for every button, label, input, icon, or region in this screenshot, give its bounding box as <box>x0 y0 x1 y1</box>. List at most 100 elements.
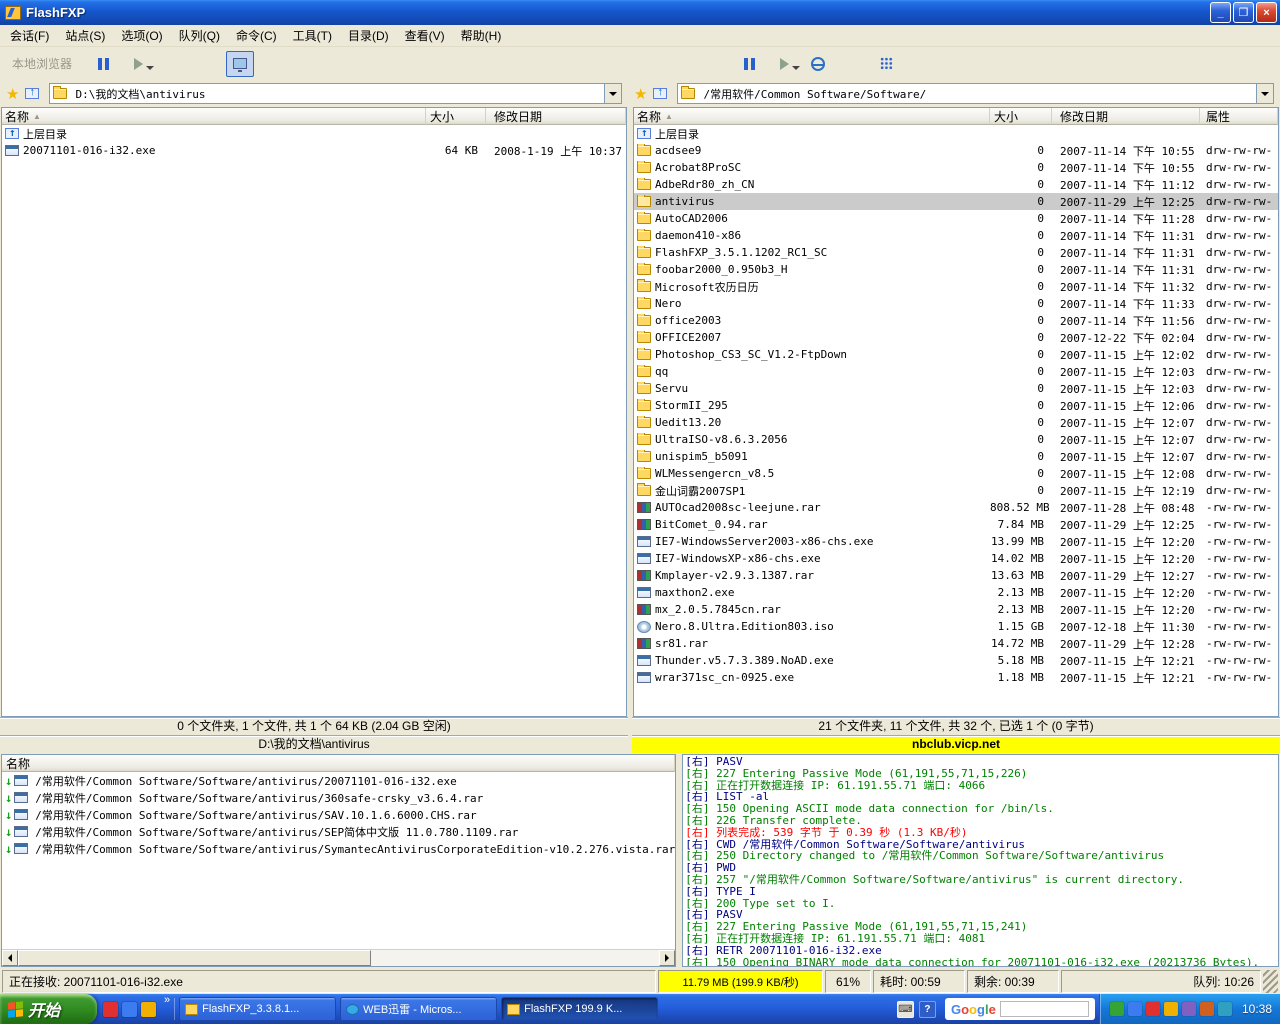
combo-dropdown-button[interactable] <box>1256 84 1273 103</box>
task-button[interactable]: WEB迅雷 - Micros... <box>340 997 497 1021</box>
minimize-button[interactable]: _ <box>1210 2 1231 23</box>
Thunder.v5.7.3.389.NoAD.exe-button[interactable]: Thunder.v5.7.3.389.NoAD.exe 5.18 MB 2007… <box>634 652 1278 669</box>
resize-grip[interactable] <box>1263 970 1278 993</box>
start-queue-remote-button[interactable] <box>770 51 798 77</box>
menu-item[interactable]: 工具(T) <box>285 24 340 47</box>
bottom-splitter[interactable] <box>677 753 681 968</box>
connect-local-button[interactable] <box>158 51 186 77</box>
local-path-combo[interactable]: D:\我的文档\antivirus <box>49 83 622 104</box>
queue-list[interactable]: ↓ /常用软件/Common Software/Software/antivir… <box>2 772 675 949</box>
pause-queue-remote-button[interactable] <box>736 51 764 77</box>
FlashFXP_3.5.1.1202_RC1_SC-button[interactable]: FlashFXP_3.5.1.1202_RC1_SC 0 2007-11-14 … <box>634 244 1278 261</box>
Servu-button[interactable]: Servu 0 2007-11-15 上午 12:03 drw-rw-rw- <box>634 380 1278 397</box>
combo-dropdown-button[interactable] <box>604 84 621 103</box>
task-button[interactable]: FlashFXP 199.9 K... <box>501 997 658 1021</box>
google-search-input[interactable] <box>1000 1001 1089 1017</box>
tray-icon[interactable] <box>1218 1002 1232 1016</box>
remote-file-list[interactable]: 上层目录 acdsee9 0 2007-11-14 下午 10:55 drw-r… <box>634 125 1278 716</box>
scroll-right-button[interactable] <box>659 950 675 966</box>
office2003-button[interactable]: office2003 0 2007-11-14 下午 11:56 drw-rw-… <box>634 312 1278 329</box>
上层目录-button[interactable]: 上层目录 <box>634 125 1278 142</box>
column-header[interactable]: 属性 <box>1200 108 1278 125</box>
column-header[interactable]: 名称▲ <box>2 108 426 125</box>
tray-icon[interactable] <box>1164 1002 1178 1016</box>
menu-item[interactable]: 会话(F) <box>2 24 57 47</box>
column-header[interactable]: 修改日期 <box>1052 108 1200 125</box>
column-header[interactable]: 大小 <box>426 108 486 125</box>
antivirus-button[interactable]: antivirus 0 2007-11-29 上午 12:25 drw-rw-r… <box>634 193 1278 210</box>
20071101-016-i32.exe-button[interactable]: 20071101-016-i32.exe 64 KB 2008-1-19 上午 … <box>2 142 626 159</box>
上层目录-button[interactable]: 上层目录 <box>2 125 626 142</box>
quick-launch-icon[interactable] <box>141 1002 156 1017</box>
Nero.8.Ultra.Edition803.iso-button[interactable]: Nero.8.Ultra.Edition803.iso 1.15 GB 2007… <box>634 618 1278 635</box>
remote-up-directory-button[interactable] <box>651 84 673 104</box>
Uedit13.20-button[interactable]: Uedit13.20 0 2007-11-15 上午 12:07 drw-rw-… <box>634 414 1278 431</box>
column-header[interactable]: 名称 <box>2 755 675 772</box>
menu-item[interactable]: 查看(V) <box>397 24 453 47</box>
AdbeRdr80_zh_CN-button[interactable]: AdbeRdr80_zh_CN 0 2007-11-14 下午 11:12 dr… <box>634 176 1278 193</box>
pause-queue-local-button[interactable] <box>90 51 118 77</box>
Nero-button[interactable]: Nero 0 2007-11-14 下午 11:33 drw-rw-rw- <box>634 295 1278 312</box>
column-header[interactable]: 修改日期 <box>486 108 626 125</box>
tray-icon[interactable] <box>1200 1002 1214 1016</box>
queue-item[interactable]: ↓ /常用软件/Common Software/Software/antivir… <box>2 806 675 823</box>
UltraISO-v8.6.3.2056-button[interactable]: UltraISO-v8.6.3.2056 0 2007-11-15 上午 12:… <box>634 431 1278 448</box>
mx_2.0.5.7845cn.rar-button[interactable]: mx_2.0.5.7845cn.rar 2.13 MB 2007-11-15 上… <box>634 601 1278 618</box>
queue-item[interactable]: ↓ /常用软件/Common Software/Software/antivir… <box>2 840 675 857</box>
maximize-button[interactable]: ❐ <box>1233 2 1254 23</box>
remote-path-combo[interactable]: /常用软件/Common Software/Software/ <box>677 83 1274 104</box>
local-up-directory-button[interactable] <box>23 84 45 104</box>
queue-item[interactable]: ↓ /常用软件/Common Software/Software/antivir… <box>2 789 675 806</box>
WLMessengercn_v8.5-button[interactable]: WLMessengercn_v8.5 0 2007-11-15 上午 12:08… <box>634 465 1278 482</box>
金山词霸2007SP1-button[interactable]: 金山词霸2007SP1 0 2007-11-15 上午 12:19 drw-rw… <box>634 482 1278 499</box>
disconnect-button[interactable] <box>702 51 730 77</box>
OFFICE2007-button[interactable]: OFFICE2007 0 2007-12-22 下午 02:04 drw-rw-… <box>634 329 1278 346</box>
Acrobat8ProSC-button[interactable]: Acrobat8ProSC 0 2007-11-14 下午 10:55 drw-… <box>634 159 1278 176</box>
StormII_295-button[interactable]: StormII_295 0 2007-11-15 上午 12:06 drw-rw… <box>634 397 1278 414</box>
Photoshop_CS3_SC_V1.2-FtpDown-button[interactable]: Photoshop_CS3_SC_V1.2-FtpDown 0 2007-11-… <box>634 346 1278 363</box>
taskbar-band-icon[interactable]: ? <box>919 1001 936 1018</box>
unispim5_b5091-button[interactable]: unispim5_b5091 0 2007-11-15 上午 12:07 drw… <box>634 448 1278 465</box>
scroll-track[interactable] <box>18 950 659 966</box>
sr81.rar-button[interactable]: sr81.rar 14.72 MB 2007-11-29 上午 12:28 -r… <box>634 635 1278 652</box>
titlebar[interactable]: FlashFXP _ ❐ × <box>0 0 1280 25</box>
local-file-list[interactable]: 上层目录 20071101-016-i32.exe 64 KB 2008-1-1… <box>2 125 626 716</box>
tray-icon[interactable] <box>1146 1002 1160 1016</box>
scroll-left-button[interactable] <box>2 950 18 966</box>
bookmark-star-icon[interactable]: ★ <box>6 85 19 103</box>
maxthon2.exe-button[interactable]: maxthon2.exe 2.13 MB 2007-11-15 上午 12:20… <box>634 584 1278 601</box>
tray-icon[interactable] <box>1182 1002 1196 1016</box>
AUTOcad2008sc-leejune.rar-button[interactable]: AUTOcad2008sc-leejune.rar 808.52 MB 2007… <box>634 499 1278 516</box>
scroll-thumb[interactable] <box>18 950 371 966</box>
foobar2000_0.950b3_H-button[interactable]: foobar2000_0.950b3_H 0 2007-11-14 下午 11:… <box>634 261 1278 278</box>
close-button[interactable]: × <box>1256 2 1277 23</box>
refresh-local-button[interactable] <box>192 51 220 77</box>
menu-item[interactable]: 站点(S) <box>57 24 113 47</box>
raw-command-button[interactable] <box>872 51 900 77</box>
IE7-WindowsServer2003-x86-chs.exe-button[interactable]: IE7-WindowsServer2003-x86-chs.exe 13.99 … <box>634 533 1278 550</box>
menu-item[interactable]: 帮助(H) <box>453 24 510 47</box>
column-header[interactable]: 名称▲ <box>634 108 990 125</box>
qq-button[interactable]: qq 0 2007-11-15 上午 12:03 drw-rw-rw- <box>634 363 1278 380</box>
queue-item[interactable]: ↓ /常用软件/Common Software/Software/antivir… <box>2 823 675 840</box>
start-button[interactable]: 开始 <box>0 994 97 1024</box>
quick-launch-more-chevron[interactable]: » <box>162 994 172 1024</box>
quick-launch-icon[interactable] <box>122 1002 137 1017</box>
daemon410-x86-button[interactable]: daemon410-x86 0 2007-11-14 下午 11:31 drw-… <box>634 227 1278 244</box>
bookmark-star-icon[interactable]: ★ <box>634 85 647 103</box>
quick-connect-button[interactable] <box>668 51 696 77</box>
menu-item[interactable]: 队列(Q) <box>171 24 228 47</box>
IE7-WindowsXP-x86-chs.exe-button[interactable]: IE7-WindowsXP-x86-chs.exe 14.02 MB 2007-… <box>634 550 1278 567</box>
ftp-log-panel[interactable]: [右] PASV[右] 227 Entering Passive Mode (6… <box>682 754 1279 967</box>
menu-item[interactable]: 目录(D) <box>340 24 397 47</box>
queue-item[interactable]: ↓ /常用软件/Common Software/Software/antivir… <box>2 772 675 789</box>
taskbar-band-icon[interactable]: ⌨ <box>897 1001 914 1018</box>
menu-item[interactable]: 命令(C) <box>228 24 285 47</box>
task-button[interactable]: FlashFXP_3.3.8.1... <box>179 997 336 1021</box>
tray-icon[interactable] <box>1110 1002 1124 1016</box>
site-manager-button[interactable] <box>804 51 832 77</box>
start-queue-local-button[interactable] <box>124 51 152 77</box>
queue-horizontal-scrollbar[interactable] <box>2 949 675 966</box>
menu-item[interactable]: 选项(O) <box>113 24 170 47</box>
connect-button[interactable] <box>634 51 662 77</box>
